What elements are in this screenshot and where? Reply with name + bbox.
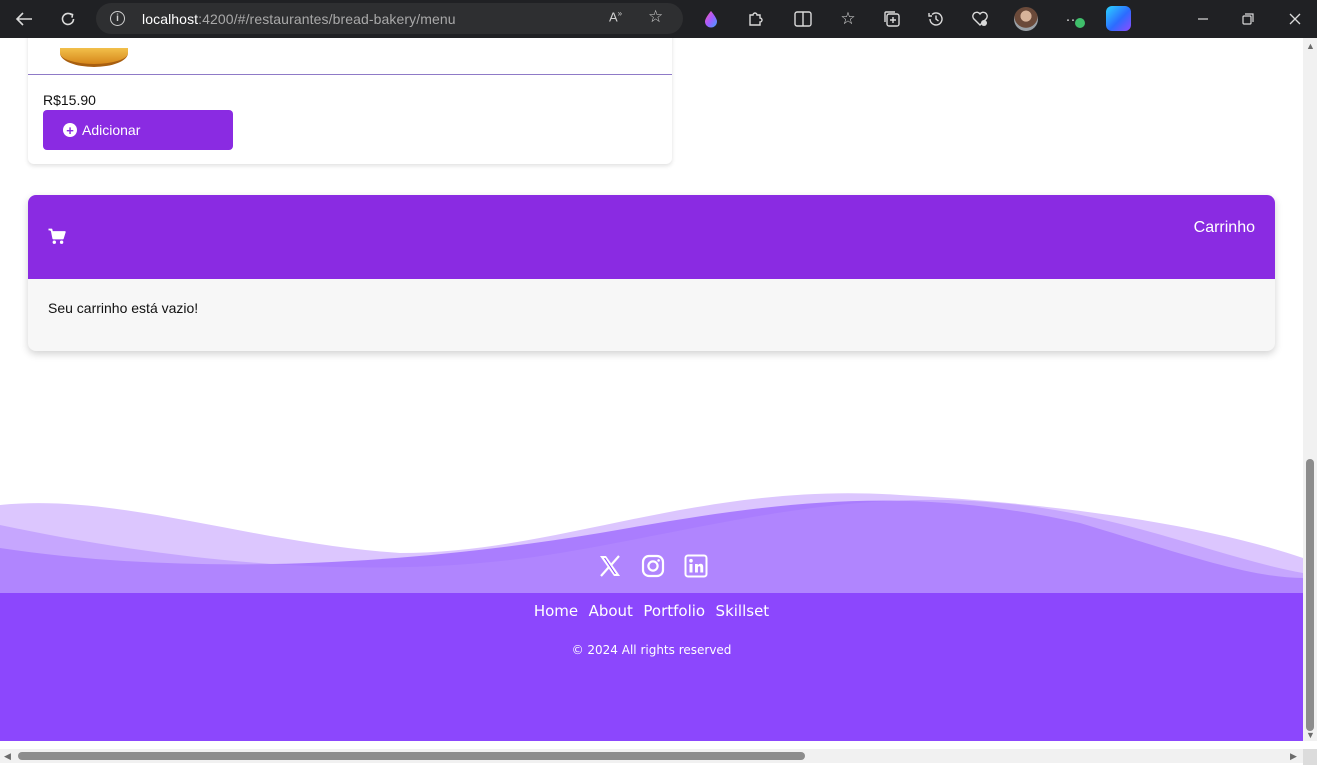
- product-price: R$15.90: [43, 92, 96, 108]
- footer-link-portfolio[interactable]: Portfolio: [643, 602, 705, 620]
- scroll-right-icon[interactable]: ▶: [1290, 751, 1297, 762]
- copyright-text: © 2024 All rights reserved: [571, 643, 732, 657]
- back-icon[interactable]: [6, 0, 42, 38]
- drop-icon[interactable]: [693, 0, 729, 38]
- footer-link-home[interactable]: Home: [534, 602, 578, 620]
- url-text[interactable]: localhost:4200/#/restaurantes/bread-bake…: [142, 11, 456, 27]
- profile-avatar[interactable]: [1014, 7, 1038, 31]
- instagram-icon[interactable]: [641, 554, 665, 578]
- read-aloud-icon[interactable]: A»: [609, 9, 622, 24]
- history-icon[interactable]: [918, 0, 954, 38]
- info-icon[interactable]: i: [110, 11, 125, 26]
- footer-link-about[interactable]: About: [589, 602, 633, 620]
- linkedin-icon[interactable]: [684, 554, 708, 578]
- vertical-scroll-thumb[interactable]: [1306, 459, 1314, 731]
- minimize-icon[interactable]: [1185, 0, 1221, 38]
- address-bar[interactable]: i localhost:4200/#/restaurantes/bread-ba…: [96, 3, 683, 34]
- scroll-down-icon[interactable]: ▼: [1306, 730, 1315, 740]
- cart-panel: Carrinho Seu carrinho está vazio!: [28, 195, 1275, 351]
- x-icon[interactable]: [598, 554, 622, 578]
- refresh-icon[interactable]: [50, 0, 86, 38]
- update-badge: [1075, 18, 1085, 28]
- scroll-up-icon[interactable]: ▲: [1306, 41, 1315, 51]
- page-viewport: R$15.90 + Adicionar Carrinho Seu carrinh…: [0, 38, 1303, 741]
- browser-toolbar: i localhost:4200/#/restaurantes/bread-ba…: [0, 0, 1317, 38]
- footer-link-skillset[interactable]: Skillset: [716, 602, 770, 620]
- close-icon[interactable]: [1277, 0, 1313, 38]
- footer-nav: Home About Portfolio Skillset: [0, 602, 1303, 621]
- split-screen-icon[interactable]: [785, 0, 821, 38]
- plus-circle-icon: +: [63, 123, 77, 137]
- favorites-icon[interactable]: ☆: [830, 0, 866, 38]
- card-divider: [28, 74, 672, 75]
- favorite-star-icon[interactable]: ☆: [648, 7, 663, 27]
- social-links: [598, 554, 708, 578]
- restore-icon[interactable]: [1230, 0, 1266, 38]
- page-bottom-gap: [0, 741, 1303, 749]
- add-button-label: Adicionar: [82, 122, 141, 138]
- shopping-cart-icon: [48, 228, 66, 250]
- collections-icon[interactable]: [874, 0, 910, 38]
- cart-title: Carrinho: [1193, 219, 1255, 236]
- scroll-left-icon[interactable]: ◀: [4, 751, 11, 762]
- product-image: [60, 48, 128, 67]
- copilot-icon[interactable]: [1106, 6, 1131, 31]
- extensions-icon[interactable]: [737, 0, 773, 38]
- footer-waves: [0, 493, 1303, 603]
- horizontal-scrollbar[interactable]: ◀ ▶: [0, 749, 1303, 763]
- product-card: R$15.90 + Adicionar: [28, 38, 672, 164]
- add-to-cart-button[interactable]: + Adicionar: [43, 110, 233, 150]
- more-icon[interactable]: ···: [1055, 0, 1091, 38]
- horizontal-scroll-thumb[interactable]: [18, 752, 805, 760]
- vertical-scrollbar[interactable]: ▲ ▼: [1303, 38, 1317, 741]
- cart-empty-message: Seu carrinho está vazio!: [48, 300, 199, 316]
- performance-icon[interactable]: [962, 0, 998, 38]
- cart-header: Carrinho: [28, 195, 1275, 279]
- scrollbar-corner: [1303, 749, 1317, 765]
